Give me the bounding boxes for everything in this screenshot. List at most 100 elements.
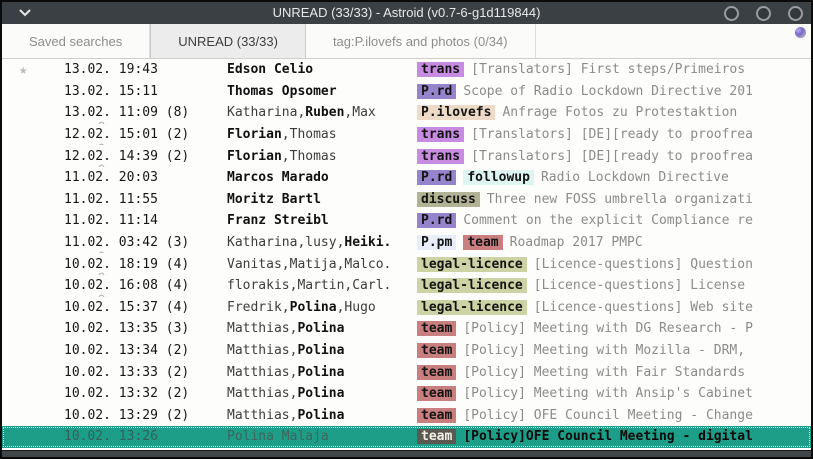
row-flag-column: [2, 383, 64, 405]
thread-tags-and-subject: team [Policy] Meeting with Ansip's Cabine…: [417, 386, 811, 401]
tag-badge: team: [417, 321, 456, 336]
row-flag-column: [2, 102, 64, 124]
thread-date: 11.02. 11:14: [64, 213, 227, 228]
tab-saved-searches[interactable]: Saved searches: [2, 24, 150, 58]
chevron-down-icon[interactable]: [19, 9, 31, 17]
thread-subject: Scope of Radio Lockdown Directive 201: [463, 84, 753, 99]
thread-tags-and-subject: team [Policy] Meeting with DG Research - …: [417, 321, 811, 336]
thread-list-item[interactable]: 11.02. 03:42 (3) Katharina,lusy,Heiki. P…: [2, 232, 811, 254]
thread-subject: [Licence-questions] Question: [534, 257, 753, 272]
tag-badge: P.rd: [417, 213, 456, 228]
thread-date: 10.02. 13:26: [64, 429, 227, 444]
tag-badge: trans: [417, 149, 464, 164]
tag-badge: team: [463, 235, 502, 250]
thread-tags-and-subject: P.ilovefsAnfrage Fotos zu Protestaktion: [417, 105, 811, 120]
tag-badge: team: [417, 365, 456, 380]
thread-authors: Franz Streibl: [227, 213, 417, 228]
tag-badge: legal-licence: [417, 300, 527, 315]
thread-list-item[interactable]: 11.02. 20:03 Marcos Marado P.rdfollowupR…: [2, 167, 811, 189]
thread-list: ★ 13.02. 19:43 Edson Celio trans[Transla…: [2, 59, 811, 448]
tag-badge: team: [417, 429, 456, 444]
thread-list-item[interactable]: 11.02. 11:55 Moritz Bartl discussThree n…: [2, 189, 811, 211]
thread-date: 13.02. 15:11: [64, 84, 227, 99]
thread-list-item[interactable]: 10.02. 13:33 (2) Matthias,Polina team[Po…: [2, 361, 811, 383]
tab-unread[interactable]: UNREAD (33/33): [150, 24, 306, 58]
thread-subject: Three new FOSS umbrella organizati: [487, 192, 753, 207]
thread-authors: Florian,Thomas: [227, 149, 417, 164]
row-flag-column: ★: [2, 59, 64, 81]
tag-badge: team: [417, 386, 456, 401]
thread-authors: Marcos Marado: [227, 170, 417, 185]
thread-date: 10.02. 13:34 (2): [64, 343, 227, 358]
thread-authors: Matthias,Polina: [227, 386, 417, 401]
thread-subject: [Policy] Meeting with Fair Standards: [463, 365, 745, 380]
paperclip-icon: [34, 279, 108, 297]
paperclip-icon: [34, 257, 108, 275]
thread-subject: [Policy] Meeting with DG Research - P: [463, 321, 753, 336]
thread-list-item[interactable]: ★ 13.02. 19:43 Edson Celio trans[Transla…: [2, 59, 811, 81]
astroid-window: UNREAD (33/33) - Astroid (v0.7-6-g1d1198…: [0, 0, 813, 459]
row-flag-column: [2, 81, 64, 103]
thread-authors: Moritz Bartl: [227, 192, 417, 207]
thread-authors: florakis,Martin,Carl.: [227, 278, 417, 293]
thread-list-item[interactable]: 11.02. 11:14 Franz Streibl P.rd Comment o…: [2, 210, 811, 232]
thread-list-item[interactable]: 10.02. 13:26 Polina Malaja team[Policy]O…: [2, 426, 811, 448]
thread-list-item[interactable]: 10.02. 13:34 (2) Matthias,Polina team[Po…: [2, 340, 811, 362]
tab-tag-search[interactable]: tag:P.ilovefs and photos (0/34): [306, 24, 536, 58]
thread-date: 10.02. 13:33 (2): [64, 365, 227, 380]
thread-authors: Katharina,lusy,Heiki.: [227, 235, 417, 250]
thread-list-item[interactable]: 10.02. 13:35 (3) Matthias,Polina team[Po…: [2, 318, 811, 340]
thread-list-item[interactable]: 12.02. 14:39 (2) Florian,Thomas trans[Tr…: [2, 145, 811, 167]
row-flag-column: [2, 232, 64, 254]
tab-bar: Saved searches UNREAD (33/33) tag:P.ilov…: [2, 24, 811, 59]
thread-tags-and-subject: legal-licence[Licence-questions] License: [417, 278, 811, 293]
row-flag-column: [2, 426, 64, 448]
paperclip-icon: [34, 128, 108, 146]
thread-list-item[interactable]: 12.02. 15:01 (2) Florian,Thomas trans[Tr…: [2, 124, 811, 146]
thread-subject: [Licence-questions] Web site: [534, 300, 753, 315]
thread-list-item[interactable]: 13.02. 11:09 (8) Katharina,Ruben,Max P.i…: [2, 102, 811, 124]
thread-subject: [Policy] OFE Council Meeting - Change: [463, 408, 753, 423]
globe-icon: [795, 27, 806, 38]
tag-badge: team: [417, 408, 456, 423]
row-flag-column: [2, 275, 64, 297]
row-flag-column: [2, 167, 64, 189]
window-circle-button-1[interactable]: [724, 6, 739, 21]
thread-subject: [Translators] First steps/Primeiros: [471, 62, 745, 77]
thread-tags-and-subject: P.pmteamRoadmap 2017 PMPC: [417, 235, 811, 250]
thread-subject: [Policy] Meeting with Mozilla - DRM,: [463, 343, 745, 358]
thread-list-item[interactable]: 10.02. 15:37 (4) Fredrik,Polina,Hugo leg…: [2, 297, 811, 319]
thread-tags-and-subject: legal-licence [Licence-questions] Web sit…: [417, 300, 811, 315]
thread-tags-and-subject: team [Policy] Meeting with Fair Standards: [417, 365, 811, 380]
thread-authors: Florian,Thomas: [227, 127, 417, 142]
thread-list-item[interactable]: 10.02. 18:19 (4) Vanitas,Matija,Malco. l…: [2, 253, 811, 275]
paperclip-icon: [34, 106, 108, 124]
row-flag-column: [2, 145, 64, 167]
thread-list-item[interactable]: 10.02. 13:32 (2) Matthias,Polina team [Po…: [2, 383, 811, 405]
thread-tags-and-subject: trans[Translators] [DE][ready to proofre…: [417, 127, 811, 142]
tag-badge: trans: [417, 62, 464, 77]
tag-badge: P.ilovefs: [417, 105, 495, 120]
thread-subject: Comment on the explicit Compliance re: [463, 213, 753, 228]
thread-date: 11.02. 11:55: [64, 192, 227, 207]
thread-tags-and-subject: team[Policy] Meeting with Mozilla - DRM,: [417, 343, 811, 358]
thread-date: 11.02. 20:03: [64, 170, 227, 185]
thread-subject: [Policy]OFE Council Meeting - digital: [463, 429, 753, 444]
thread-tags-and-subject: trans [Translators] First steps/Primeiros: [417, 62, 811, 77]
window-circle-button-2[interactable]: [756, 6, 771, 21]
thread-tags-and-subject: P.rdScope of Radio Lockdown Directive 20…: [417, 84, 811, 99]
row-flag-column: [2, 340, 64, 362]
thread-tags-and-subject: P.rdfollowupRadio Lockdown Directive: [417, 170, 811, 185]
window-circle-button-3[interactable]: [788, 6, 803, 21]
thread-list-item[interactable]: 10.02. 13:29 (2) Matthias,Polina team[Po…: [2, 405, 811, 427]
thread-subject: [Policy] Meeting with Ansip's Cabinet: [463, 386, 753, 401]
status-bar: [2, 450, 811, 458]
thread-list-item[interactable]: 13.02. 15:11 Thomas Opsomer P.rdScope of…: [2, 81, 811, 103]
thread-list-item[interactable]: 10.02. 16:08 (4) florakis,Martin,Carl. l…: [2, 275, 811, 297]
row-flag-column: [2, 297, 64, 319]
thread-date: 13.02. 19:43: [64, 62, 227, 77]
thread-subject: Radio Lockdown Directive: [541, 170, 729, 185]
title-bar: UNREAD (33/33) - Astroid (v0.7-6-g1d1198…: [2, 2, 811, 24]
thread-date: 10.02. 13:32 (2): [64, 386, 227, 401]
thread-tags-and-subject: trans[Translators] [DE][ready to proofre…: [417, 149, 811, 164]
